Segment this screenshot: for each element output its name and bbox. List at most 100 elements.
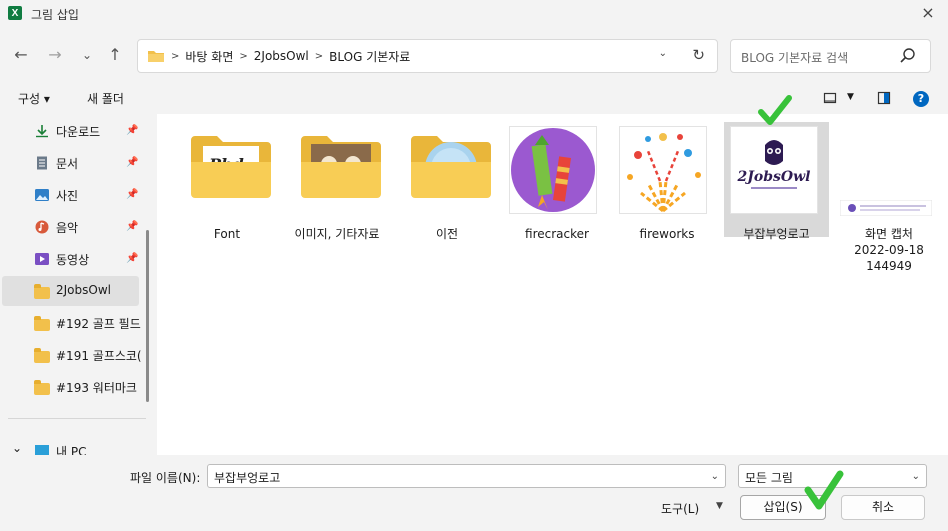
close-button[interactable]: × xyxy=(918,3,938,23)
file-item-previous[interactable]: 이전 xyxy=(395,122,499,241)
excel-icon: X xyxy=(8,6,22,20)
title-bar: X 그림 삽입 × xyxy=(0,0,948,28)
pin-icon: 📌 xyxy=(126,125,139,136)
folder-icon xyxy=(34,348,50,363)
file-name: 이전 xyxy=(435,227,459,241)
sidebar-item-label: 사진 xyxy=(56,189,79,203)
sidebar-item-watermark[interactable]: #193 워터마크 xyxy=(2,372,139,402)
chevron-down-icon[interactable]: ⌄ xyxy=(12,441,22,455)
checkmark-icon xyxy=(758,95,792,125)
chevron-down-icon[interactable]: ⌄ xyxy=(912,471,920,482)
breadcrumb-desktop[interactable]: 바탕 화면 xyxy=(185,48,233,65)
tools-button[interactable]: 도구(L) xyxy=(661,500,699,517)
download-icon xyxy=(36,125,48,138)
fireworks-icon xyxy=(620,127,706,213)
folder-icon: Phd xyxy=(191,136,271,198)
logo-text: 2JobsOwl xyxy=(737,169,811,185)
file-name-field[interactable]: 부잡부엉로고 ⌄ xyxy=(207,464,726,488)
sidebar-item-label: 동영상 xyxy=(56,253,90,267)
sidebar-item-label: 음악 xyxy=(56,221,79,235)
pictures-icon xyxy=(35,189,49,201)
file-list: Phd Font 이미지, 기타자료 이전 xyxy=(157,114,948,455)
image-thumbnail: 2JobsOwl xyxy=(730,126,818,214)
file-name: firecracker xyxy=(525,227,589,241)
checkmark-icon xyxy=(804,470,844,510)
divider xyxy=(8,418,146,419)
view-icon[interactable] xyxy=(823,91,837,105)
firecracker-icon xyxy=(511,128,595,212)
folder-icon xyxy=(34,380,50,395)
file-item-font[interactable]: Phd Font xyxy=(175,122,279,241)
file-name: Font xyxy=(213,227,241,241)
sidebar-item-music[interactable]: 음악 📌 xyxy=(2,212,139,242)
sidebar-item-golf-score[interactable]: #191 골프스코( xyxy=(2,340,142,370)
recent-locations-button[interactable]: ⌄ xyxy=(76,44,98,66)
cancel-button[interactable]: 취소 xyxy=(841,495,925,520)
sidebar-item-videos[interactable]: 동영상 📌 xyxy=(2,244,139,274)
computer-icon xyxy=(35,445,49,455)
video-icon xyxy=(35,253,49,265)
folder-icon xyxy=(301,136,381,198)
sidebar-item-golf-field[interactable]: #192 골프 필드 xyxy=(2,308,141,338)
screenshot-thumbnail xyxy=(840,200,932,216)
navigation-pane: 다운로드 📌 문서 📌 사진 📌 음악 📌 동영상 📌 2JobsOwl #19… xyxy=(0,114,150,455)
sidebar-item-label: 문서 xyxy=(56,157,79,171)
toolbar: 구성 ▾ 새 폴더 ▼ ? xyxy=(0,84,948,114)
file-item-owl-logo[interactable]: 2JobsOwl 부잡부엉로고 xyxy=(724,122,829,241)
sidebar-item-label: #191 골프스코( xyxy=(56,349,142,363)
file-name: 부잡부엉로고 xyxy=(743,227,810,241)
folder-icon xyxy=(148,51,164,62)
breadcrumb-2jobsowl[interactable]: 2JobsOwl xyxy=(254,49,309,63)
file-name: 화면 캡처 2022-09-18 144949 xyxy=(854,227,924,273)
file-item-fireworks[interactable]: fireworks xyxy=(615,122,719,241)
search-icon[interactable] xyxy=(898,46,918,66)
file-item-firecracker[interactable]: firecracker xyxy=(505,122,609,241)
sidebar-item-downloads[interactable]: 다운로드 📌 xyxy=(2,116,139,146)
sidebar-item-label: 2JobsOwl xyxy=(56,283,111,297)
sidebar-item-2jobsowl[interactable]: 2JobsOwl xyxy=(2,276,139,306)
chevron-right-icon: > xyxy=(239,50,248,62)
forward-button[interactable]: → xyxy=(44,44,66,66)
sidebar-scrollbar[interactable] xyxy=(146,230,149,402)
owl-logo-icon: 2JobsOwl xyxy=(731,127,817,213)
music-icon xyxy=(35,220,49,234)
address-bar[interactable]: > 바탕 화면 > 2JobsOwl > BLOG 기본자료 ⌄ ↻ xyxy=(137,39,718,73)
chevron-down-icon[interactable]: ⌄ xyxy=(659,48,667,59)
pin-icon: 📌 xyxy=(126,189,139,200)
search-input[interactable]: BLOG 기본자료 검색 xyxy=(741,49,848,66)
organize-button[interactable]: 구성 ▾ xyxy=(18,90,50,107)
folder-icon xyxy=(411,136,491,198)
image-thumbnail xyxy=(509,126,597,214)
pin-icon: 📌 xyxy=(126,157,139,168)
sidebar-item-this-pc[interactable]: ⌄ 내 PC xyxy=(2,436,139,455)
up-button[interactable]: ↑ xyxy=(104,44,126,66)
folder-icon xyxy=(34,284,50,299)
view-options-chevron-icon[interactable]: ▼ xyxy=(847,92,854,102)
chevron-right-icon: > xyxy=(314,50,324,62)
chevron-down-icon[interactable]: ▼ xyxy=(716,501,723,511)
file-item-images-etc[interactable]: 이미지, 기타자료 xyxy=(285,122,389,241)
help-icon[interactable]: ? xyxy=(913,91,929,107)
sidebar-item-label: #192 골프 필드 xyxy=(56,317,141,331)
file-name-label: 파일 이름(N): xyxy=(130,471,201,485)
chevron-down-icon[interactable]: ⌄ xyxy=(711,471,719,482)
back-button[interactable]: ← xyxy=(10,44,32,66)
preview-pane-icon[interactable] xyxy=(877,91,891,105)
refresh-icon[interactable]: ↻ xyxy=(692,46,705,64)
file-item-screen-capture[interactable]: 화면 캡처 2022-09-18 144949 xyxy=(834,122,944,273)
address-row: ← → ⌄ ↑ > 바탕 화면 > 2JobsOwl > BLOG 기본자료 ⌄… xyxy=(0,28,948,84)
window-title: 그림 삽입 xyxy=(31,8,79,22)
file-name: fireworks xyxy=(639,227,695,241)
pin-icon: 📌 xyxy=(126,253,139,264)
search-box[interactable]: BLOG 기본자료 검색 xyxy=(730,39,931,73)
file-name: 이미지, 기타자료 xyxy=(294,227,380,241)
folder-icon xyxy=(34,316,50,331)
pin-icon: 📌 xyxy=(126,221,139,232)
breadcrumb-blog[interactable]: BLOG 기본자료 xyxy=(329,48,410,65)
image-thumbnail xyxy=(619,126,707,214)
new-folder-button[interactable]: 새 폴더 xyxy=(87,90,124,107)
chevron-right-icon: > xyxy=(171,50,180,62)
content-scrollbar[interactable] xyxy=(934,114,948,455)
sidebar-item-pictures[interactable]: 사진 📌 xyxy=(2,180,139,210)
sidebar-item-documents[interactable]: 문서 📌 xyxy=(2,148,139,178)
